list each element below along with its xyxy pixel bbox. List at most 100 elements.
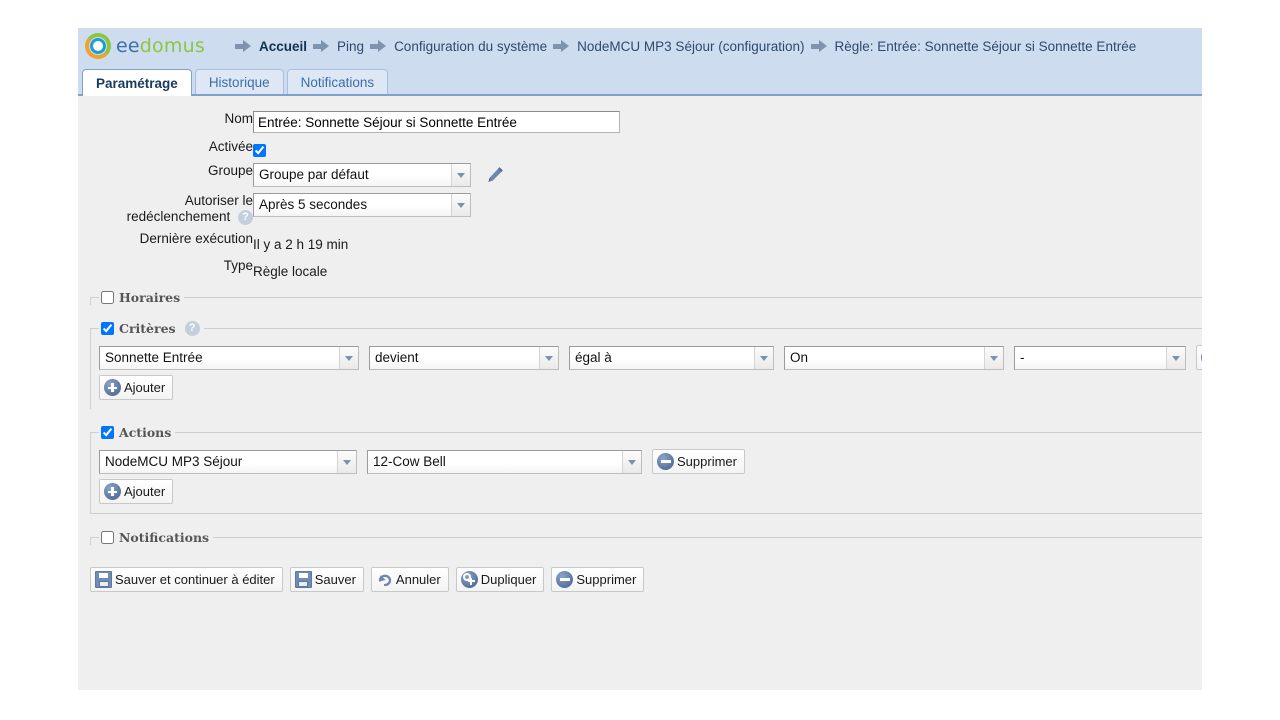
section-notifications-label: Notifications xyxy=(119,530,210,545)
save-icon xyxy=(95,571,112,588)
criteria-event-value: devient xyxy=(375,349,419,365)
chevron-down-icon xyxy=(984,346,1003,369)
activee-checkbox[interactable] xyxy=(253,144,266,157)
help-icon[interactable]: ? xyxy=(238,209,253,225)
pencil-icon[interactable] xyxy=(484,164,506,186)
section-actions: Actions NodeMCU MP3 Séjour 12-Cow Bell S… xyxy=(90,425,1202,514)
duplicate-button[interactable]: Dupliquer xyxy=(455,567,545,592)
label-redeclenchement: Autoriser le redéclenchement ? xyxy=(78,190,253,228)
eedomus-logo[interactable]: eedomus xyxy=(82,33,225,59)
arrow-right-icon xyxy=(810,40,828,52)
criteres-checkbox[interactable] xyxy=(101,322,114,335)
eedomus-ring-logo-icon xyxy=(85,33,111,59)
redeclenchement-select-value: Après 5 secondes xyxy=(259,197,368,212)
cancel-button[interactable]: Annuler xyxy=(370,567,449,592)
save-label: Sauver xyxy=(314,572,356,587)
undo-icon xyxy=(376,571,393,588)
field-row-redeclenchement: Autoriser le redéclenchement ? Après 5 s… xyxy=(78,190,620,228)
criteria-operator-select[interactable]: égal à xyxy=(569,345,774,370)
criteria-delete-button[interactable]: Supprimer xyxy=(1196,345,1202,370)
criteres-body: Sonnette Entrée devient égal à On - Ajou… xyxy=(99,336,1202,401)
duplicate-icon xyxy=(460,571,478,588)
criteria-operator-value: égal à xyxy=(575,349,612,365)
plus-circle-icon xyxy=(104,483,121,500)
app-header: eedomus Accueil Ping Configuration du sy… xyxy=(78,28,1202,65)
help-icon[interactable]: ? xyxy=(184,321,200,336)
section-notifications-legend: Notifications xyxy=(99,530,213,545)
action-add-label: Ajouter xyxy=(124,484,166,499)
label-activee: Activée xyxy=(208,139,253,154)
actions-checkbox[interactable] xyxy=(101,426,114,439)
label-redeclenchement-line2: redéclenchement xyxy=(126,209,231,224)
type-value: Règle locale xyxy=(253,264,328,279)
field-row-groupe: Groupe Groupe par défaut xyxy=(78,160,620,190)
criteria-event-select[interactable]: devient xyxy=(369,345,559,370)
save-icon xyxy=(294,571,312,588)
groupe-select[interactable]: Groupe par défaut xyxy=(253,163,471,187)
chevron-down-icon xyxy=(622,450,641,473)
redeclenchement-select[interactable]: Après 5 secondes xyxy=(253,193,471,217)
section-horaires-legend: Horaires xyxy=(99,290,184,305)
delete-label: Supprimer xyxy=(576,572,637,587)
save-button[interactable]: Sauver xyxy=(289,567,364,592)
criteria-extra-value: - xyxy=(1020,349,1025,365)
breadcrumb-item-nodemcu[interactable]: NodeMCU MP3 Séjour (configuration) xyxy=(577,39,804,54)
criteria-device-value: Sonnette Entrée xyxy=(105,349,203,365)
section-actions-legend: Actions xyxy=(99,425,175,440)
chevron-down-icon xyxy=(539,346,558,369)
arrow-right-icon xyxy=(313,40,330,52)
tab-parametrage[interactable]: Paramétrage xyxy=(82,69,192,96)
chevron-down-icon xyxy=(754,346,773,369)
section-criteres-legend: Critères ? xyxy=(99,321,204,336)
delete-button[interactable]: Supprimer xyxy=(551,567,645,592)
label-type: Type xyxy=(223,258,253,273)
action-delete-button[interactable]: Supprimer xyxy=(652,449,745,474)
label-redeclenchement-line1: Autoriser le xyxy=(184,193,253,208)
breadcrumb-item-ping[interactable]: Ping xyxy=(337,39,364,54)
save-and-continue-button[interactable]: Sauver et continuer à éditer xyxy=(90,567,283,592)
chevron-down-icon xyxy=(337,450,356,473)
section-criteres: Critères ? Sonnette Entrée devient égal … xyxy=(90,321,1202,409)
action-add-button[interactable]: Ajouter xyxy=(99,479,174,504)
action-command-select[interactable]: 12-Cow Bell xyxy=(367,449,642,474)
duplicate-label: Dupliquer xyxy=(480,572,537,587)
action-device-select[interactable]: NodeMCU MP3 Séjour xyxy=(99,449,357,474)
horaires-checkbox[interactable] xyxy=(101,291,114,304)
notifications-checkbox[interactable] xyxy=(101,531,114,544)
arrow-right-icon xyxy=(235,40,252,52)
action-command-value: 12-Cow Bell xyxy=(373,453,446,469)
section-horaires: Horaires xyxy=(90,290,1202,305)
criteria-add-button[interactable]: Ajouter xyxy=(99,375,174,400)
plus-circle-icon xyxy=(104,379,121,396)
arrow-right-icon xyxy=(553,40,570,52)
breadcrumb-item-accueil[interactable]: Accueil xyxy=(259,39,307,54)
criteria-device-select[interactable]: Sonnette Entrée xyxy=(99,345,359,370)
breadcrumb-item-regle[interactable]: Règle: Entrée: Sonnette Séjour si Sonnet… xyxy=(835,39,1137,54)
field-row-type: Type Règle locale xyxy=(78,255,620,282)
arrow-right-icon xyxy=(370,40,387,52)
tab-bar: Paramétrage Historique Notifications xyxy=(78,65,1202,96)
minus-circle-icon xyxy=(1201,349,1202,366)
field-row-activee: Activée xyxy=(78,136,620,160)
breadcrumb-item-configuration[interactable]: Configuration du système xyxy=(394,39,547,54)
groupe-select-value: Groupe par défaut xyxy=(259,167,369,182)
label-groupe: Groupe xyxy=(207,163,253,178)
chevron-down-icon xyxy=(339,346,358,369)
brand-wordmark: eedomus xyxy=(116,35,205,57)
criteria-extra-select[interactable]: - xyxy=(1014,345,1186,370)
rule-properties-table: Nom Activée Groupe Groupe par défaut xyxy=(78,108,620,282)
chevron-down-icon xyxy=(1166,346,1185,369)
application-page: eedomus Accueil Ping Configuration du sy… xyxy=(78,28,1202,690)
derniere-execution-value: Il y a 2 h 19 min xyxy=(253,237,349,252)
nom-input[interactable] xyxy=(253,111,620,133)
brand-name-part2: domus xyxy=(139,35,205,57)
cancel-label: Annuler xyxy=(395,572,441,587)
tab-notifications[interactable]: Notifications xyxy=(286,69,389,94)
save-and-continue-label: Sauver et continuer à éditer xyxy=(115,572,275,587)
criteria-value-select[interactable]: On xyxy=(784,345,1004,370)
actions-body: NodeMCU MP3 Séjour 12-Cow Bell Supprimer xyxy=(99,440,1202,505)
action-device-value: NodeMCU MP3 Séjour xyxy=(105,453,243,469)
chevron-down-icon xyxy=(451,164,470,186)
tab-historique[interactable]: Historique xyxy=(194,69,284,94)
criteria-add-label: Ajouter xyxy=(124,380,166,395)
